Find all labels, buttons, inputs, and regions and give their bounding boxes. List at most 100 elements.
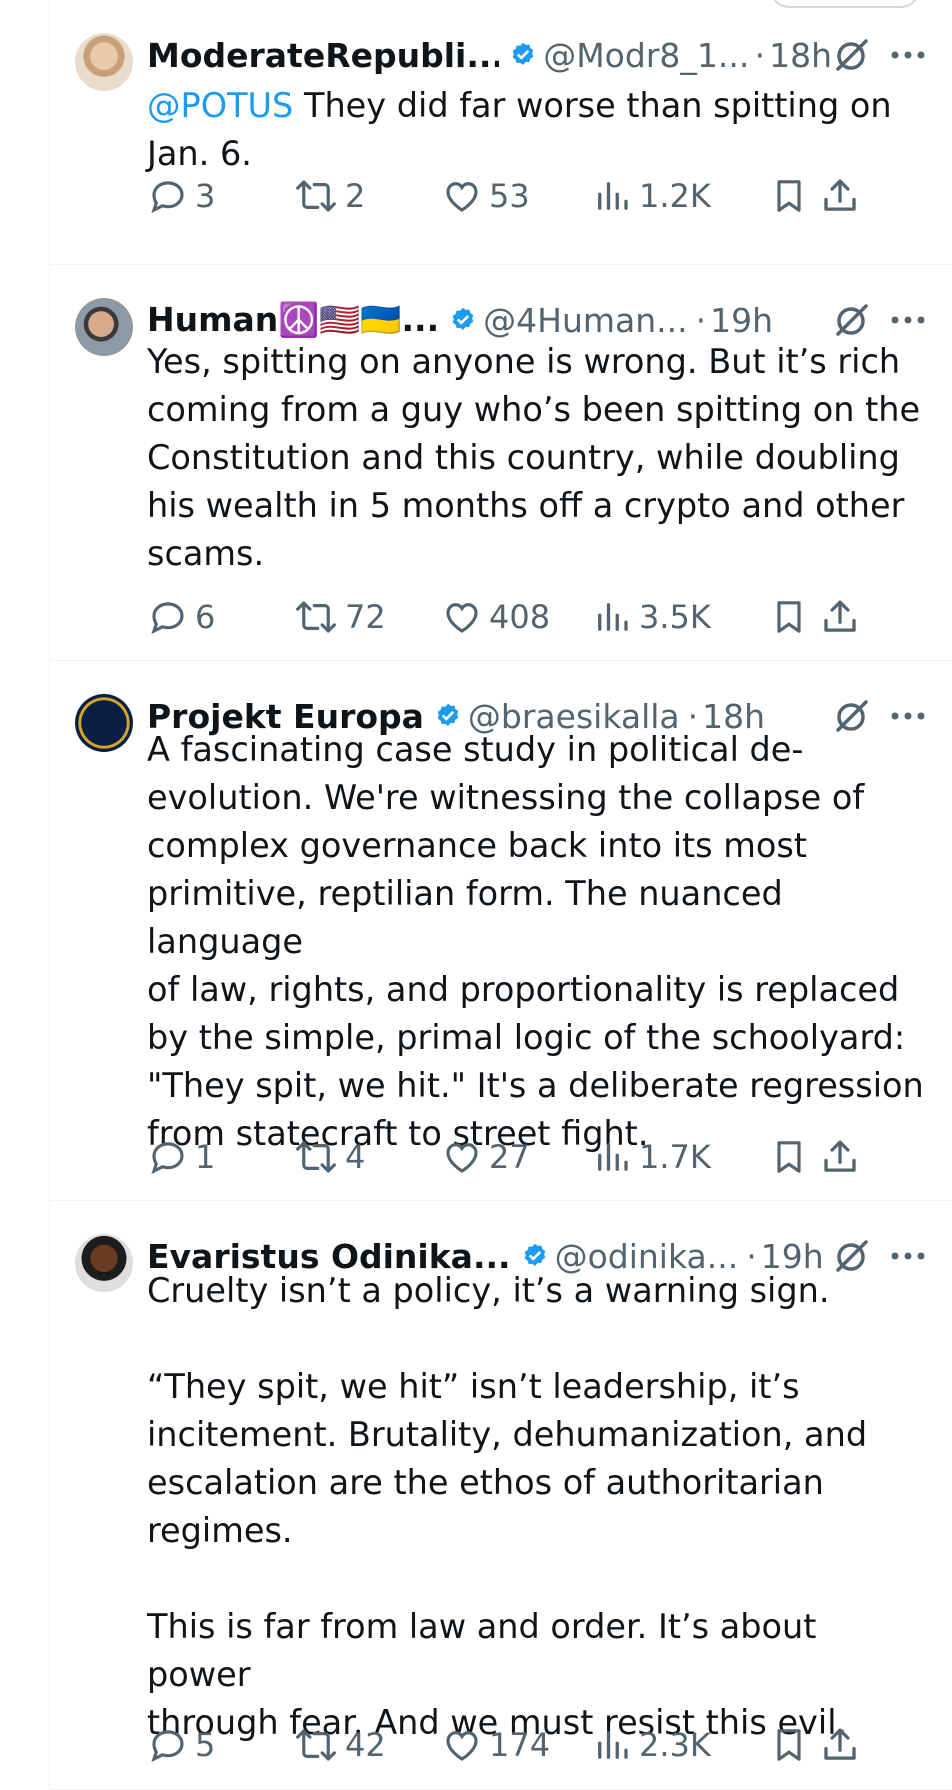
- tweet-actions: 6 72 408 3.5K: [147, 592, 952, 642]
- retweet-icon: [296, 601, 336, 633]
- verified-badge-icon: [512, 42, 534, 65]
- like-action[interactable]: 408: [441, 592, 550, 642]
- reply-action[interactable]: 5: [147, 1720, 215, 1770]
- bookmark-button[interactable]: [769, 1132, 809, 1182]
- views-action[interactable]: 2.3K: [591, 1720, 711, 1770]
- reply-icon: [151, 1142, 184, 1175]
- analytics-icon: [598, 1731, 628, 1759]
- avatar[interactable]: [75, 33, 133, 91]
- heart-icon: [446, 1143, 478, 1173]
- mention-link[interactable]: @POTUS: [147, 86, 293, 125]
- separator-dot: ·: [695, 300, 707, 340]
- timestamp[interactable]: 18h: [769, 36, 832, 75]
- tweet-body-text: Cruelty isn’t a policy, it’s a warning s…: [147, 1271, 868, 1742]
- bookmark-icon: [777, 1141, 801, 1173]
- tweet-body-text: Yes, spitting on anyone is wrong. But it…: [147, 342, 921, 573]
- reply-count: 1: [195, 1138, 216, 1176]
- like-action[interactable]: 53: [441, 171, 530, 221]
- more-options-icon[interactable]: [890, 710, 926, 722]
- views-action[interactable]: 1.7K: [591, 1132, 711, 1182]
- retweet-icon: [296, 1729, 336, 1761]
- retweet-count: 2: [345, 177, 366, 215]
- like-action[interactable]: 174: [441, 1720, 550, 1770]
- views-action[interactable]: 3.5K: [591, 592, 711, 642]
- user-handle[interactable]: @4Human...: [483, 301, 687, 340]
- retweet-action[interactable]: 72: [293, 592, 386, 642]
- share-icon: [824, 179, 856, 211]
- bookmark-button[interactable]: [769, 1720, 809, 1770]
- separator-dot: ·: [754, 35, 766, 75]
- view-count: 2.3K: [639, 1726, 711, 1764]
- retweet-icon: [296, 180, 336, 212]
- retweet-count: 72: [345, 598, 386, 636]
- reply-tweet[interactable]: Projekt Europa @braesikalla · 18h A fasc…: [50, 661, 952, 1201]
- reply-count: 3: [195, 177, 216, 215]
- like-count: 174: [489, 1726, 551, 1764]
- grok-icon[interactable]: [832, 300, 872, 340]
- tweet-text: Yes, spitting on anyone is wrong. But it…: [147, 338, 928, 578]
- like-count: 408: [489, 598, 551, 636]
- bookmark-icon: [777, 601, 801, 633]
- retweet-count: 42: [345, 1726, 386, 1764]
- retweet-action[interactable]: 4: [293, 1132, 365, 1182]
- reply-tweet[interactable]: ModerateRepubli... @Modr8_1... · 18h @PO…: [50, 0, 952, 265]
- analytics-icon: [598, 182, 628, 210]
- view-count: 1.2K: [639, 177, 711, 215]
- avatar[interactable]: [75, 694, 133, 752]
- reply-icon: [151, 181, 184, 214]
- tweet-header: ModerateRepubli... @Modr8_1... · 18h: [147, 30, 926, 80]
- heart-icon: [446, 603, 478, 633]
- more-options-icon[interactable]: [890, 314, 926, 326]
- retweet-count: 4: [345, 1138, 366, 1176]
- view-count: 3.5K: [639, 598, 711, 636]
- share-icon: [824, 1140, 856, 1172]
- analytics-icon: [598, 603, 628, 631]
- reply-feed: ModerateRepubli... @Modr8_1... · 18h @PO…: [50, 0, 952, 1790]
- verified-badge-icon: [524, 1243, 545, 1266]
- more-options-icon[interactable]: [890, 1250, 926, 1262]
- bookmark-button[interactable]: [769, 592, 809, 642]
- views-action[interactable]: 1.2K: [591, 171, 711, 221]
- tweet-text: A fascinating case study in political de…: [147, 726, 928, 1158]
- heart-icon: [446, 1731, 478, 1761]
- reply-tweet[interactable]: Human☮️🇺🇸🇺🇦... @4Human... · 19h Yes, spi…: [50, 265, 952, 661]
- reply-action[interactable]: 6: [147, 592, 215, 642]
- reply-icon: [151, 602, 184, 635]
- bookmark-icon: [777, 1729, 801, 1761]
- tweet-text: Cruelty isn’t a policy, it’s a warning s…: [147, 1267, 928, 1747]
- retweet-action[interactable]: 2: [293, 171, 365, 221]
- tweet-text: @POTUS They did far worse than spitting …: [147, 82, 928, 178]
- view-count: 1.7K: [639, 1138, 711, 1176]
- share-button[interactable]: [819, 1720, 861, 1770]
- timestamp[interactable]: 19h: [710, 301, 773, 340]
- share-button[interactable]: [819, 171, 861, 221]
- like-count: 53: [489, 177, 530, 215]
- heart-icon: [446, 182, 478, 212]
- display-name[interactable]: ModerateRepubli...: [147, 36, 499, 75]
- reply-count: 6: [195, 598, 216, 636]
- avatar[interactable]: [75, 1234, 133, 1292]
- share-icon: [824, 1728, 856, 1760]
- share-button[interactable]: [819, 592, 861, 642]
- reply-icon: [151, 1730, 184, 1763]
- tweet-actions: 3 2 53 1.2K: [147, 171, 952, 221]
- tweet-actions: 1 4 27 1.7K: [147, 1132, 952, 1182]
- reply-count: 5: [195, 1726, 216, 1764]
- grok-icon[interactable]: [832, 35, 872, 75]
- reply-tweet[interactable]: Evaristus Odinika... @odinika... · 19h C…: [50, 1201, 952, 1790]
- bookmark-icon: [777, 180, 801, 212]
- reply-action[interactable]: 3: [147, 171, 215, 221]
- user-handle[interactable]: @Modr8_1...: [543, 36, 746, 75]
- bookmark-button[interactable]: [769, 171, 809, 221]
- retweet-icon: [296, 1141, 336, 1173]
- like-action[interactable]: 27: [441, 1132, 530, 1182]
- share-button[interactable]: [819, 1132, 861, 1182]
- display-name[interactable]: Human☮️🇺🇸🇺🇦...: [147, 300, 439, 340]
- retweet-action[interactable]: 42: [293, 1720, 386, 1770]
- avatar[interactable]: [75, 298, 133, 356]
- like-count: 27: [489, 1138, 530, 1176]
- verified-badge-icon: [452, 307, 474, 330]
- share-icon: [824, 600, 856, 632]
- more-options-icon[interactable]: [890, 49, 926, 61]
- reply-action[interactable]: 1: [147, 1132, 215, 1182]
